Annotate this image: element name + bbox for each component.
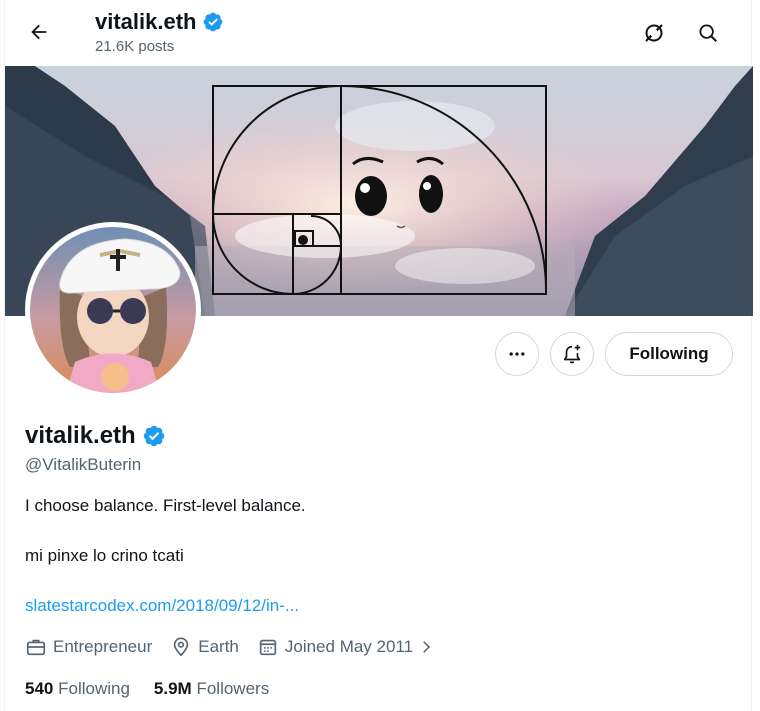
bio-line-1: I choose balance. First-level balance. xyxy=(25,496,306,515)
profile-name-row: vitalik.eth xyxy=(25,420,166,452)
profile-frame: vitalik.eth 21.6K posts Following vitali… xyxy=(4,0,753,711)
joined-item[interactable]: Joined May 2011 xyxy=(257,636,435,658)
following-count: 540 xyxy=(25,679,54,698)
verified-badge-icon[interactable] xyxy=(142,424,166,448)
profile-name: vitalik.eth xyxy=(25,422,136,449)
profile-stats: 540 Following 5.9M Followers xyxy=(25,679,293,699)
bio-line-2: mi pinxe lo crino tcati xyxy=(25,546,184,565)
followers-count: 5.9M xyxy=(153,679,192,698)
more-icon xyxy=(509,352,525,356)
notify-button[interactable] xyxy=(550,332,594,376)
occupation-item: Entrepreneur xyxy=(25,636,152,658)
occupation-text: Entrepreneur xyxy=(53,637,153,656)
header-title: vitalik.eth 21.6K posts xyxy=(95,8,224,55)
location-pin-icon xyxy=(173,637,189,657)
header-name: vitalik.eth xyxy=(95,9,197,34)
joined-text: Joined May 2011 xyxy=(284,637,414,656)
profile-link[interactable]: slatestarcodex.com/2018/09/12/in-... xyxy=(25,596,299,616)
following-label: Following xyxy=(58,679,130,698)
briefcase-icon xyxy=(26,639,46,656)
location-text: Earth xyxy=(198,637,239,656)
chevron-right-icon xyxy=(423,641,431,653)
top-bar: vitalik.eth 21.6K posts xyxy=(5,0,753,66)
profile-handle: @VitalikButerin xyxy=(25,455,142,474)
verified-badge-icon xyxy=(204,12,223,32)
avatar-image xyxy=(30,227,196,393)
bell-plus-icon xyxy=(563,344,581,364)
calendar-icon xyxy=(259,639,277,656)
profile-meta: Entrepreneur Earth Joined May 2011 xyxy=(25,636,453,658)
search-button[interactable] xyxy=(691,16,725,50)
grok-button[interactable] xyxy=(637,16,671,50)
grok-icon xyxy=(645,24,663,42)
search-icon xyxy=(699,24,717,42)
arrow-left-icon xyxy=(31,24,47,40)
post-count: 21.6K posts xyxy=(95,38,175,55)
profile-avatar[interactable] xyxy=(25,222,201,398)
back-button[interactable] xyxy=(21,14,57,50)
following-stat[interactable]: 540 Following xyxy=(25,679,130,699)
more-button[interactable] xyxy=(495,332,539,376)
following-button[interactable]: Following xyxy=(605,332,733,376)
followers-label: Followers xyxy=(196,679,270,698)
followers-stat[interactable]: 5.9M Followers xyxy=(154,679,269,699)
location-item: Earth xyxy=(170,636,239,658)
